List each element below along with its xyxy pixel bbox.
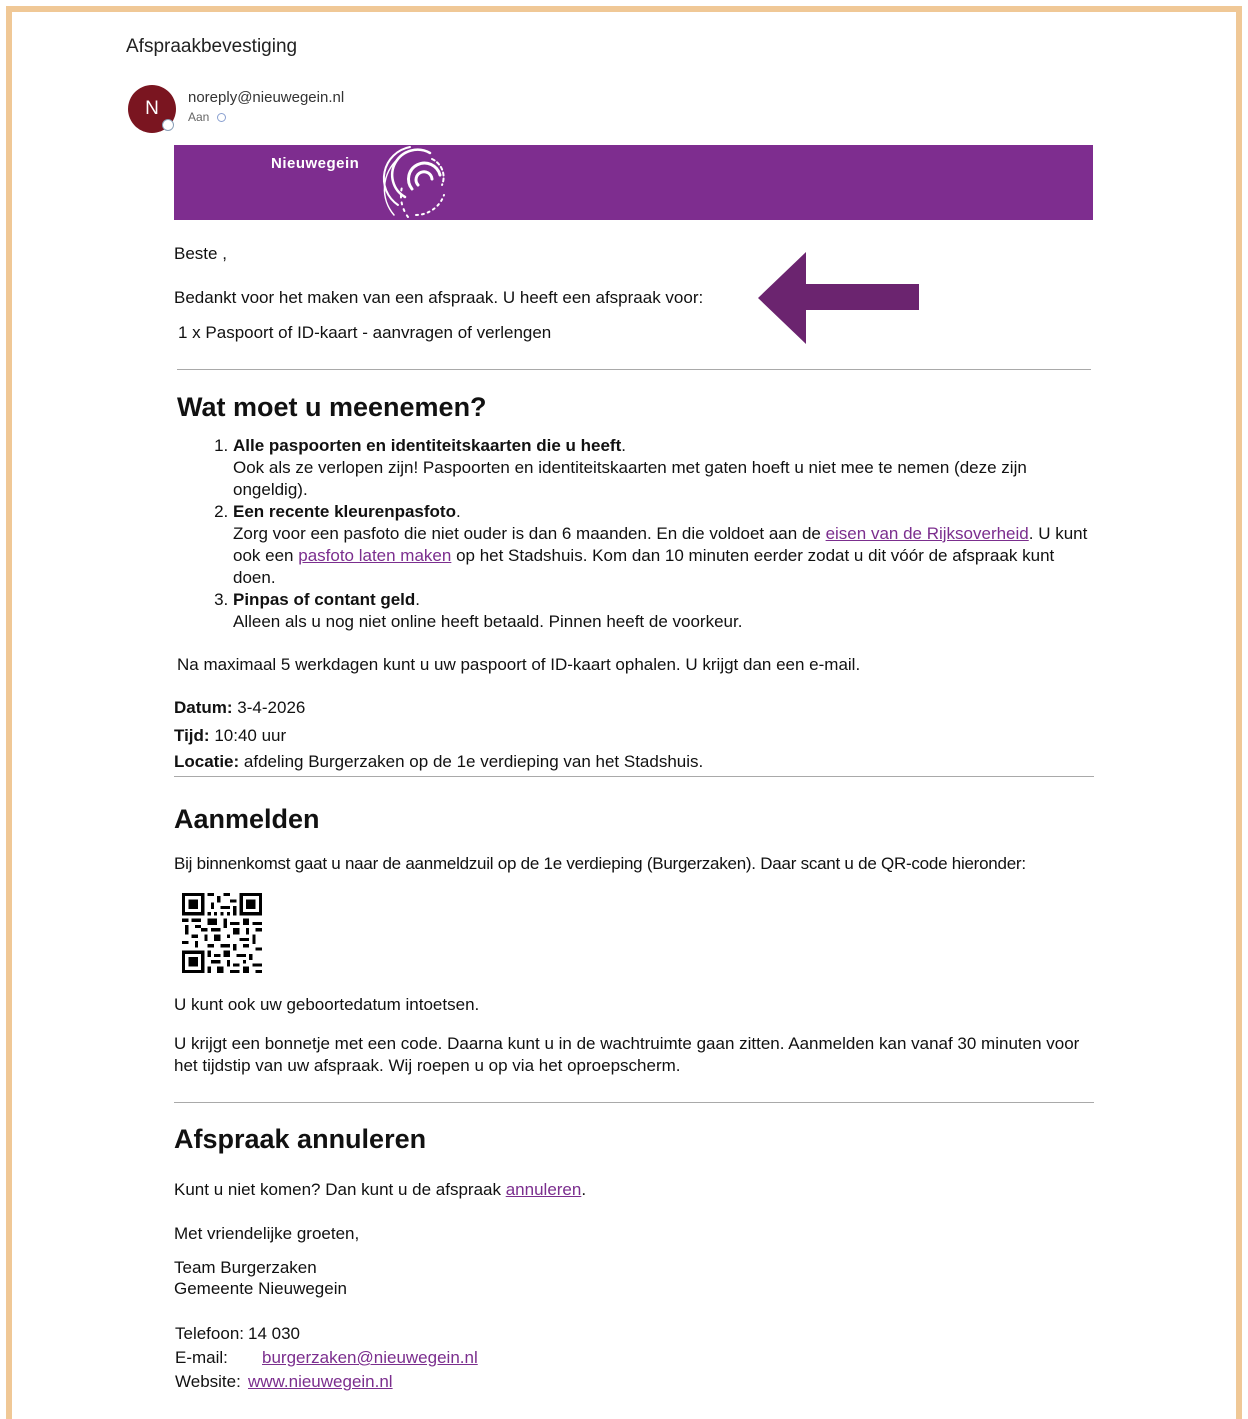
team-name: Team Burgerzaken [174, 1258, 317, 1277]
time-value: 10:40 uur [214, 726, 287, 745]
section-title-bring: Wat moet u meenemen? [177, 392, 487, 422]
list-item: Pinpas of contant geld. Alleen als u nog… [233, 589, 1094, 633]
cancel-text-after: . [581, 1180, 587, 1199]
location-label: Locatie: [174, 752, 240, 771]
cancel-text-before: Kunt u niet komen? Dan kunt u de afspraa… [174, 1180, 506, 1199]
qr-code [182, 893, 262, 973]
regards: Met vriendelijke groeten, [174, 1224, 360, 1243]
avatar-initial: N [145, 98, 159, 119]
divider [174, 1102, 1094, 1103]
email-label: E-mail: [175, 1348, 228, 1367]
phone-value: 14 030 [248, 1324, 300, 1343]
website-link[interactable]: www.nieuwegein.nl [248, 1372, 393, 1391]
email-subject: Afspraakbevestiging [126, 36, 298, 57]
contact-email-link[interactable]: burgerzaken@nieuwegein.nl [262, 1348, 478, 1367]
time-label: Tijd: [174, 726, 210, 745]
contact-row-email: E-mail: burgerzaken@nieuwegein.nl [175, 1346, 482, 1370]
contact-info: Telefoon: 14 030 E-mail: burgerzaken@nie… [175, 1322, 482, 1394]
appointment-type: 1 x Paspoort of ID-kaart - aanvragen of … [178, 323, 552, 342]
item-text: Ook als ze verlopen zijn! Paspoorten en … [233, 458, 1027, 499]
pickup-note: Na maximaal 5 werkdagen kunt u uw paspoo… [177, 655, 861, 674]
receipt-note: U krijgt een bonnetje met een code. Daar… [174, 1034, 1080, 1075]
sender-address[interactable]: noreply@nieuwegein.nl [188, 89, 344, 106]
date-label: Datum: [174, 698, 233, 717]
divider [174, 776, 1094, 777]
contact-row-website: Website: www.nieuwegein.nl [175, 1370, 482, 1394]
location-row: Locatie: afdeling Burgerzaken op de 1e v… [174, 751, 703, 773]
list-item: Alle paspoorten en identiteitskaarten di… [233, 435, 1094, 501]
website-label: Website: [175, 1372, 241, 1391]
cancel-appointment-link[interactable]: annuleren [506, 1180, 582, 1199]
greeting: Beste , [174, 244, 227, 263]
annotation-arrow-icon [758, 252, 919, 344]
header-banner: Nieuwegein [174, 145, 1093, 220]
section-title-cancel: Afspraak annuleren [174, 1124, 427, 1154]
item-text: Zorg voor een pasfoto die niet ouder is … [233, 524, 826, 543]
location-value: afdeling Burgerzaken op de 1e verdieping… [243, 752, 704, 771]
divider [177, 369, 1091, 370]
thanks-text: Bedankt voor het maken van een afspraak.… [174, 288, 704, 307]
date-value: 3-4-2026 [237, 698, 306, 717]
item-heading: Pinpas of contant geld [233, 590, 416, 609]
section-title-checkin: Aanmelden [174, 804, 320, 834]
date-row: Datum: 3-4-2026 [174, 697, 305, 719]
passport-photo-link[interactable]: pasfoto laten maken [298, 546, 451, 565]
item-heading: Alle paspoorten en identiteitskaarten di… [233, 436, 622, 455]
item-text: Alleen als u nog niet online heeft betaa… [233, 612, 743, 631]
time-row: Tijd: 10:40 uur [174, 725, 286, 747]
presence-status-icon [162, 119, 174, 131]
birthdate-note: U kunt ook uw geboortedatum intoetsen. [174, 995, 480, 1014]
item-heading: Een recente kleurenpasfoto [233, 502, 456, 521]
list-item: Een recente kleurenpasfoto. Zorg voor ee… [233, 501, 1094, 589]
recipient-row[interactable]: Aan [188, 110, 227, 124]
phone-label: Telefoon: [175, 1324, 244, 1343]
banner-brand-name: Nieuwegein [271, 155, 360, 172]
checkin-instruction: Bij binnenkomst gaat u naar de aanmeldzu… [174, 854, 1026, 873]
recipient-circle-icon [217, 112, 227, 122]
requirements-list: Alle paspoorten en identiteitskaarten di… [174, 435, 1094, 633]
organization-name: Gemeente Nieuwegein [174, 1279, 347, 1298]
to-label: Aan [188, 110, 210, 124]
nieuwegein-logo-icon [382, 146, 445, 218]
rijksoverheid-requirements-link[interactable]: eisen van de Rijksoverheid [826, 524, 1029, 543]
contact-row-phone: Telefoon: 14 030 [175, 1322, 482, 1346]
cancel-text: Kunt u niet komen? Dan kunt u de afspraa… [174, 1179, 586, 1201]
